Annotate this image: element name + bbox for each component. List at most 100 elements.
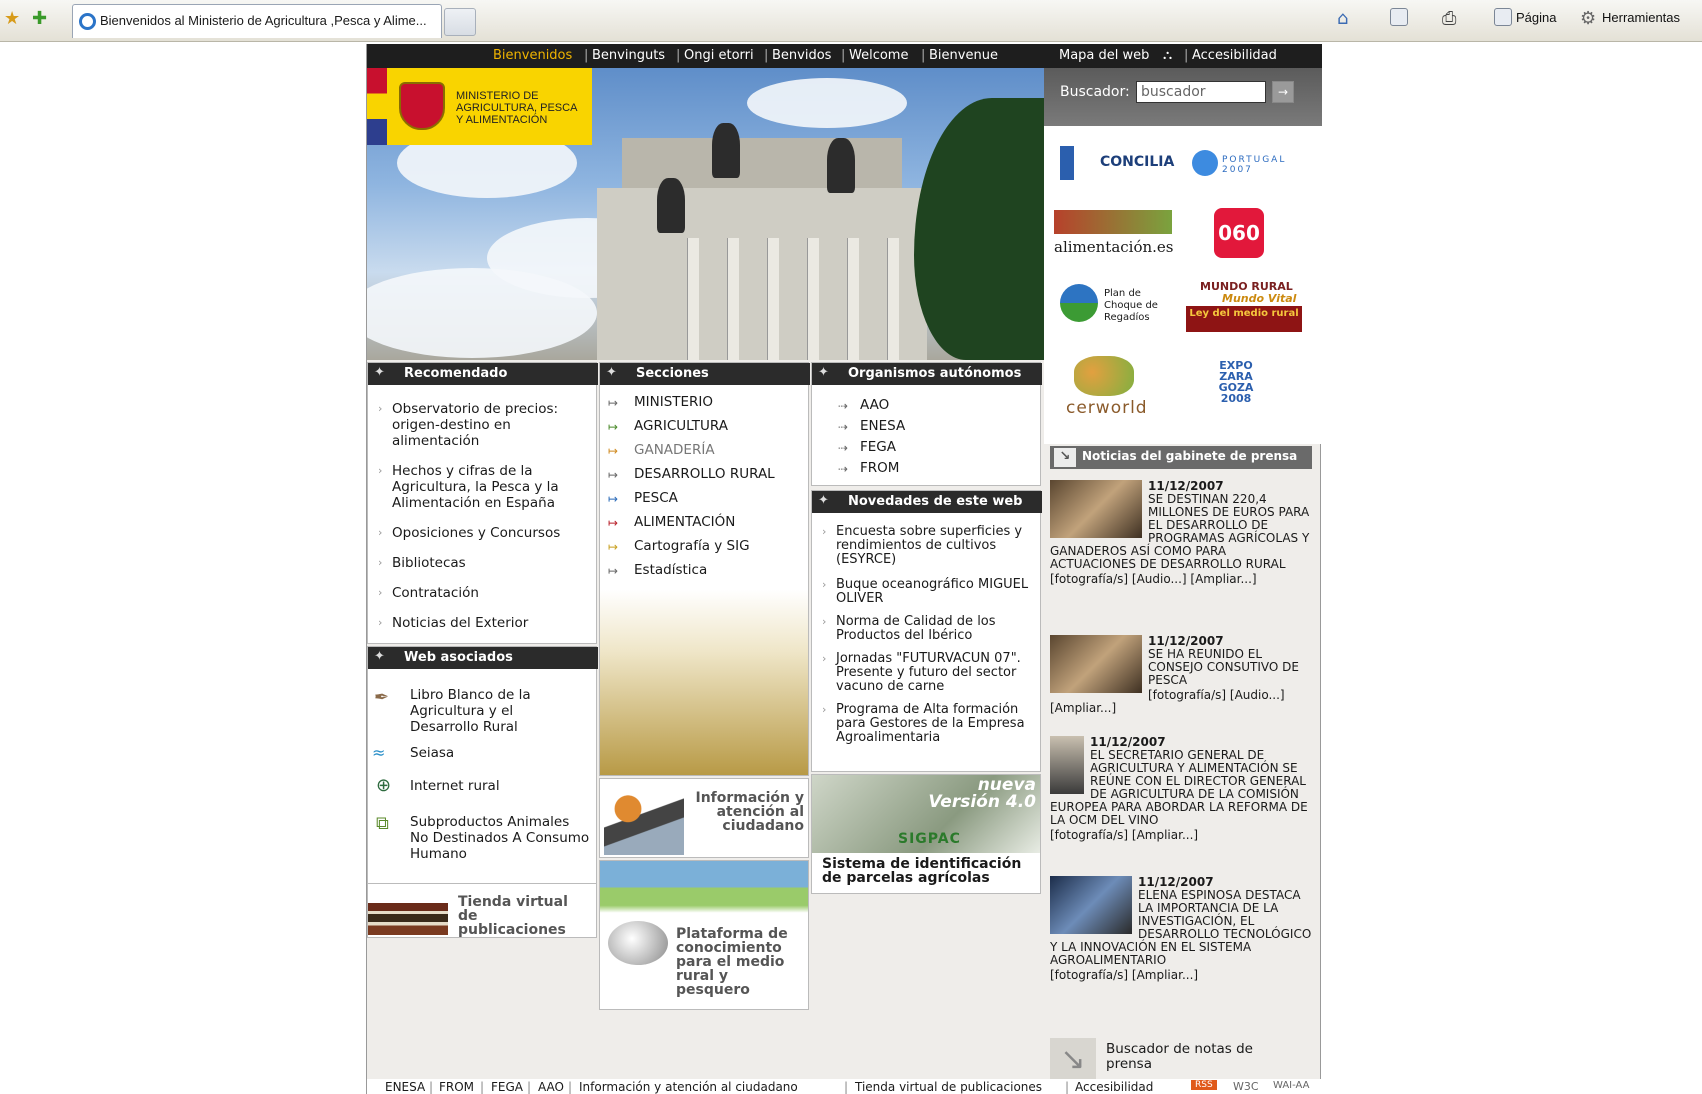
footer-link-tienda[interactable]: Tienda virtual de publicaciones [855, 1080, 1042, 1094]
search-go-button[interactable]: → [1272, 81, 1294, 103]
list-item[interactable]: › Jornadas "FUTURVACUN 07". Presente y fu… [822, 652, 1034, 694]
alimentacion-logo[interactable]: alimentación.es [1054, 238, 1174, 256]
press-photo[interactable] [1050, 876, 1132, 934]
list-item[interactable]: › Bibliotecas [378, 555, 587, 571]
footer-link-accesibilidad[interactable]: Accesibilidad [1075, 1080, 1153, 1094]
lang-ca[interactable]: Benvinguts [592, 48, 665, 63]
favorites-star-icon[interactable]: ★ [4, 8, 20, 29]
lang-fr[interactable]: Bienvenue [929, 48, 998, 63]
section-ganaderia[interactable]: ↦ GANADERÍA [608, 442, 715, 458]
footer-link-from[interactable]: FROM [439, 1080, 474, 1094]
lang-eu[interactable]: Ongi etorri [684, 48, 754, 63]
separator: | [1184, 48, 1189, 63]
list-item[interactable]: Libro Blanco de la Agricultura y el Desa… [410, 687, 580, 735]
regadios-logo[interactable]: Plan de Choque de Regadíos [1104, 288, 1174, 324]
footer-link-aao[interactable]: AAO [538, 1080, 564, 1094]
wai-aa-badge[interactable]: WAI-AA [1273, 1080, 1309, 1091]
feeds-icon[interactable] [1390, 8, 1408, 26]
expo-zaragoza-logo[interactable]: EXPO ZARA GOZA 2008 [1212, 360, 1260, 404]
separator: | [584, 48, 589, 63]
section-agricultura[interactable]: ↦ AGRICULTURA [608, 418, 728, 434]
portugal-2007-logo[interactable]: PORTUGAL 2007 [1222, 155, 1302, 175]
rss-badge[interactable]: RSS [1191, 1080, 1217, 1090]
press-search-link[interactable]: Buscador de notas de prensa [1106, 1042, 1296, 1072]
tools-menu[interactable]: Herramientas [1602, 10, 1680, 25]
globe-icon: ⊕ [376, 775, 392, 796]
section-desarrollo-rural[interactable]: ↦ DESARROLLO RURAL [608, 466, 775, 482]
list-item[interactable]: › Buque oceanográfico MIGUEL OLIVER [822, 578, 1034, 606]
footer-link-fega[interactable]: FEGA [491, 1080, 523, 1094]
coat-of-arms-icon [399, 82, 445, 130]
star-icon: ✦ [818, 493, 829, 508]
footer-link-enesa[interactable]: ENESA [385, 1080, 425, 1094]
add-favorites-icon[interactable]: ✚ [32, 8, 47, 29]
organismo-aao[interactable]: ⇢ AAO [838, 397, 889, 413]
ministry-logo[interactable]: MINISTERIO DE AGRICULTURA, PESCA Y ALIMENT… [367, 68, 592, 145]
section-pesca[interactable]: ↦ PESCA [608, 490, 678, 506]
ley-medio-rural-banner[interactable]: Ley del medio rural [1186, 306, 1302, 332]
lang-gl[interactable]: Benvidos [772, 48, 831, 63]
sigpac-promo[interactable]: nueva Versión 4.0 SIGPAC Sistema de iden… [811, 774, 1041, 894]
section-cartografia[interactable]: ↦ Cartografía y SIG [608, 538, 750, 554]
cerworld-logo[interactable]: cerworld [1066, 398, 1148, 418]
search-label: Buscador: [1060, 84, 1130, 100]
secciones-header: ✦ Secciones [600, 363, 810, 385]
list-item[interactable]: › Encuesta sobre superficies y rendimient… [822, 525, 1034, 567]
section-ministerio[interactable]: ↦ MINISTERIO [608, 394, 713, 410]
press-item: 11/12/2007 ELENA ESPINOSA DESTACA LA IMP… [1050, 876, 1312, 982]
novedades-title: Novedades de este web [848, 494, 1023, 509]
concilia-logo[interactable]: CONCILIA [1100, 154, 1174, 170]
section-estadistica[interactable]: ↦ Estadística [608, 562, 707, 578]
browser-tab-title: Bienvenidos al Ministerio de Agricultura… [100, 13, 427, 28]
060-logo[interactable]: 060 [1214, 208, 1264, 258]
press-photo[interactable] [1050, 635, 1142, 693]
recomendado-title: Recomendado [404, 366, 508, 381]
browser-tab-active[interactable]: Bienvenidos al Ministerio de Agricultura… [72, 4, 442, 38]
tools-gear-icon: ⚙ [1580, 8, 1597, 29]
print-icon[interactable]: ⎙ [1442, 8, 1456, 29]
organismos-title: Organismos autónomos [848, 366, 1022, 381]
footer: ENESA | FROM | FEGA | AAO | Información … [367, 1079, 1322, 1094]
new-tab-button[interactable] [444, 8, 476, 36]
press-links[interactable]: [fotografía/s] [Ampliar...] [1050, 829, 1312, 842]
press-links[interactable]: [fotografía/s] [Audio...] [Ampliar...] [1050, 573, 1312, 586]
list-item[interactable]: › Hechos y cifras de la Agricultura, la P… [378, 463, 587, 511]
recomendado-header: ✦ Recomendado [368, 363, 598, 385]
organismo-fega[interactable]: ⇢ FEGA [838, 439, 896, 455]
organismo-enesa[interactable]: ⇢ ENESA [838, 418, 905, 434]
organismo-from[interactable]: ⇢ FROM [838, 460, 899, 476]
list-item[interactable]: › Programa de Alta formación para Gestore… [822, 703, 1034, 745]
footer-link-info[interactable]: Información y atención al ciudadano [579, 1080, 798, 1094]
list-item[interactable]: Seiasa [410, 745, 580, 761]
accessibility-link[interactable]: Accesibilidad [1192, 48, 1277, 63]
list-item[interactable]: › Noticias del Exterior [378, 615, 587, 631]
press-headline[interactable]: EL SECRETARIO GENERAL DE AGRICULTURA Y A… [1050, 748, 1308, 827]
star-icon: ✦ [606, 365, 617, 380]
books-icon [368, 903, 448, 935]
list-item[interactable]: Subproductos Animales No Destinados A Co… [410, 814, 590, 862]
press-links[interactable]: [fotografía/s] [Ampliar...] [1050, 969, 1312, 982]
section-alimentacion[interactable]: ↦ ALIMENTACIÓN [608, 514, 735, 530]
home-icon[interactable]: ⌂ [1337, 8, 1348, 29]
page-menu[interactable]: Página [1516, 10, 1556, 25]
separator: | [921, 48, 926, 63]
list-item[interactable]: › Observatorio de precios: origen-destino… [378, 401, 587, 449]
sitemap-link[interactable]: Mapa del web [1059, 48, 1149, 63]
w3c-badge[interactable]: W3C [1233, 1080, 1259, 1093]
press-photo[interactable] [1050, 736, 1084, 794]
list-item[interactable]: › Norma de Calidad de los Productos del I… [822, 615, 1034, 643]
info-ciudadano-promo[interactable]: Información y atención al ciudadano [599, 778, 809, 858]
lang-es[interactable]: Bienvenidos [493, 48, 572, 63]
arrow-icon: ↘ [1054, 448, 1076, 467]
list-item[interactable]: Internet rural [410, 778, 580, 794]
press-headline[interactable]: SE HA REUNIDO EL CONSEJO CONSUTIVO DE PE… [1148, 647, 1299, 687]
list-item[interactable]: › Oposiciones y Concursos [378, 525, 587, 541]
lang-en[interactable]: Welcome [849, 48, 908, 63]
separator: | [841, 48, 846, 63]
press-search-icon[interactable]: ↘ [1050, 1038, 1096, 1084]
plataforma-promo[interactable]: Plataforma de conocimiento para el medio… [599, 860, 809, 1010]
search-input[interactable] [1136, 81, 1266, 103]
tienda-virtual-link[interactable]: Tienda virtual de publicaciones [458, 895, 588, 937]
list-item[interactable]: › Contratación [378, 585, 587, 601]
press-photo[interactable] [1050, 480, 1142, 538]
